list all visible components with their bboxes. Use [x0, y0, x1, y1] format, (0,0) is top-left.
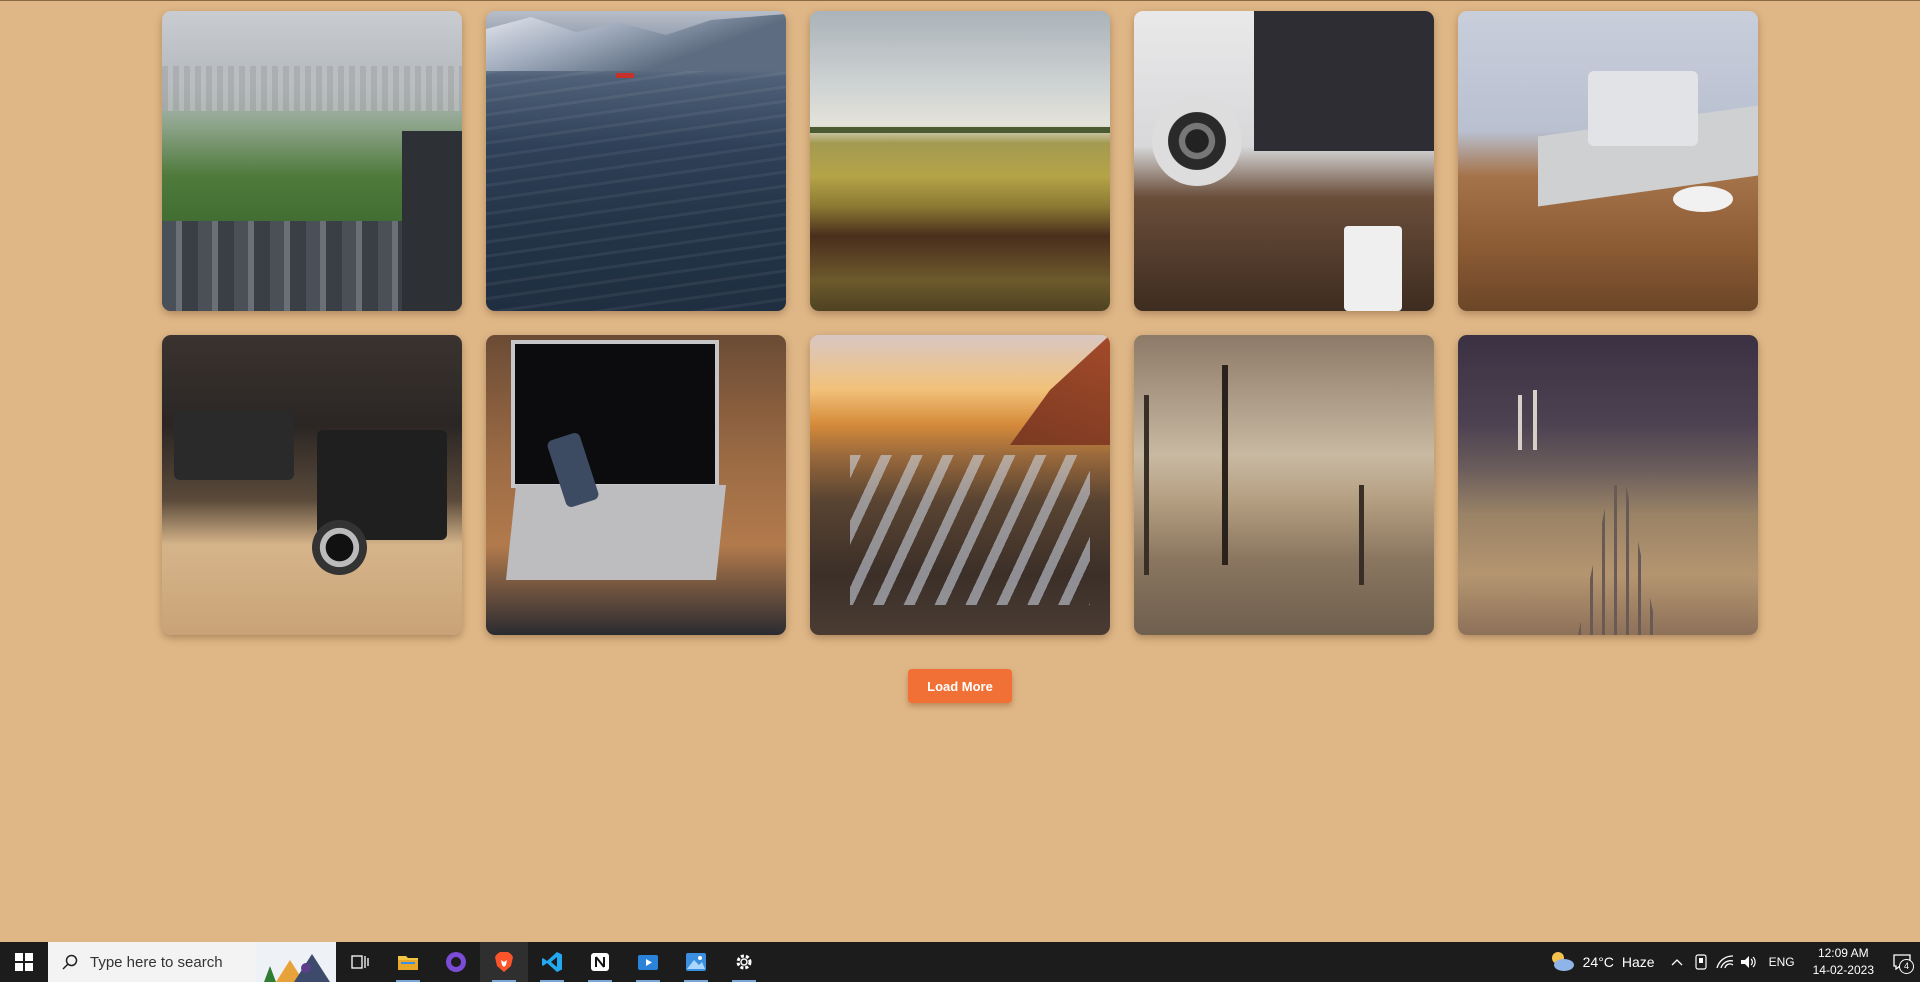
clock[interactable]: 12:09 AM 14-02-2023 [1803, 945, 1884, 979]
taskbar-search[interactable] [48, 942, 336, 982]
photo-gallery [162, 11, 1758, 635]
volume-icon[interactable] [1737, 942, 1761, 982]
settings-gear-icon[interactable] [720, 942, 768, 982]
weather-cloud-moon-icon [1549, 950, 1575, 975]
search-highlight-image [256, 942, 336, 982]
top-border [0, 0, 1920, 1]
task-view-icon[interactable] [336, 942, 384, 982]
photo-sunset-road[interactable] [810, 335, 1110, 635]
file-explorer-icon[interactable] [384, 942, 432, 982]
taskbar: 24°C Haze ENG 12:09 AM 14-02-2023 4 [0, 942, 1920, 982]
load-more-button[interactable]: Load More [908, 669, 1012, 703]
photo-laptop-phone[interactable] [486, 335, 786, 635]
photo-city-park[interactable] [162, 11, 462, 311]
weather-condition: Haze [1621, 954, 1655, 970]
search-input[interactable] [88, 952, 262, 972]
vscode-icon[interactable] [528, 942, 576, 982]
photo-ocean[interactable] [486, 11, 786, 311]
video-editor-icon[interactable] [624, 942, 672, 982]
language-indicator[interactable]: ENG [1761, 955, 1803, 969]
photos-app-icon[interactable] [672, 942, 720, 982]
device-icon[interactable] [1689, 942, 1713, 982]
photo-glasses-laptop[interactable] [1458, 11, 1758, 311]
windows-start-icon[interactable] [0, 942, 48, 982]
chevron-up-icon[interactable] [1665, 942, 1689, 982]
photo-desk-speaker[interactable] [1134, 11, 1434, 311]
clock-time: 12:09 AM [1817, 946, 1869, 960]
brave-browser-icon[interactable] [480, 942, 528, 982]
notification-count-badge: 4 [1899, 959, 1914, 974]
weather-widget[interactable]: 24°C Haze [1539, 950, 1665, 975]
system-tray: 24°C Haze ENG 12:09 AM 14-02-2023 4 [1539, 942, 1920, 982]
photo-vintage-cameras[interactable] [162, 335, 462, 635]
github-desktop-icon[interactable] [432, 942, 480, 982]
search-icon [60, 952, 80, 972]
photo-railway-night[interactable] [1458, 335, 1758, 635]
photo-dead-trees[interactable] [1134, 335, 1434, 635]
weather-temperature: 24°C [1582, 954, 1614, 970]
photo-wheat-field[interactable] [810, 11, 1110, 311]
clock-date: 14-02-2023 [1812, 963, 1874, 977]
wifi-icon[interactable] [1713, 942, 1737, 982]
notion-icon[interactable] [576, 942, 624, 982]
notification-center-icon[interactable]: 4 [1884, 942, 1920, 982]
